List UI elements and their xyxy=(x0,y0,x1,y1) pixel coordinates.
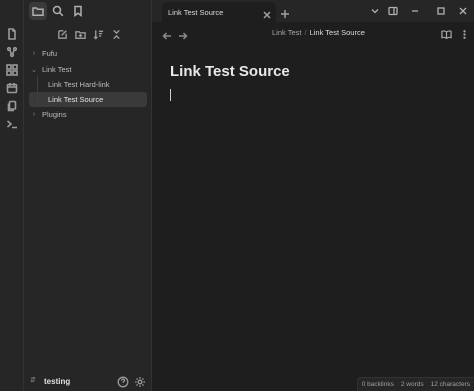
note-title[interactable]: Link Test Source xyxy=(170,63,290,80)
vault-profile-bar: ⇵ testing xyxy=(24,371,152,391)
more-options-icon[interactable] xyxy=(459,27,471,39)
tab-bar: Link Test Source xyxy=(152,0,474,22)
tree-item-label: Link Test Hard-link xyxy=(48,80,110,89)
backlinks-count[interactable]: 0 backlinks xyxy=(362,381,394,388)
tab-list-chevron-down-icon[interactable] xyxy=(369,5,381,17)
search-icon[interactable] xyxy=(49,2,67,20)
maximize-icon[interactable] xyxy=(435,5,447,17)
minimize-icon[interactable] xyxy=(409,5,421,17)
tree-folder-fufu[interactable]: › Fufu xyxy=(29,46,147,61)
tree-item-label: Fufu xyxy=(42,49,58,58)
chevron-down-icon: ⌄ xyxy=(31,66,37,74)
reading-view-book-icon[interactable] xyxy=(441,27,453,40)
tree-item-label: Plugins xyxy=(42,110,67,119)
chevron-right-icon: › xyxy=(32,50,36,57)
new-note-icon[interactable] xyxy=(54,26,70,42)
file-icon[interactable] xyxy=(4,26,20,42)
breadcrumb-separator: / xyxy=(304,28,307,37)
character-count: 12 characters xyxy=(430,381,470,388)
vault-name[interactable]: testing xyxy=(44,377,70,386)
bookmark-icon[interactable] xyxy=(69,2,87,20)
editor-pane: Link Test / Link Test Source Link Test Sou… xyxy=(152,22,474,391)
sort-icon[interactable] xyxy=(90,26,106,42)
tree-item-label: Link Test Source xyxy=(48,95,104,104)
file-explorer-sidebar: › Fufu ⌄ Link Test Link Test Hard-link L… xyxy=(24,0,152,391)
breadcrumb-parent[interactable]: Link Test xyxy=(272,28,301,37)
word-count: 2 words xyxy=(400,381,424,388)
tree-file-link-test-source[interactable]: Link Test Source xyxy=(29,92,147,107)
forward-arrow-icon[interactable] xyxy=(178,28,188,40)
close-window-icon[interactable] xyxy=(457,5,469,17)
sidebar-tab-header xyxy=(24,0,152,22)
new-tab-plus-icon[interactable] xyxy=(280,6,290,18)
settings-gear-icon[interactable] xyxy=(134,375,146,387)
obsidian-app: › Fufu ⌄ Link Test Link Test Hard-link L… xyxy=(0,0,474,391)
collapse-all-icon[interactable] xyxy=(108,26,124,42)
calendar-icon[interactable] xyxy=(4,80,20,96)
tree-folder-link-test[interactable]: ⌄ Link Test xyxy=(29,62,147,77)
new-folder-icon[interactable] xyxy=(72,26,88,42)
breadcrumb: Link Test / Link Test Source xyxy=(272,28,365,37)
tree-file-link-test-hard-link[interactable]: Link Test Hard-link xyxy=(29,77,147,92)
back-arrow-icon[interactable] xyxy=(162,28,172,40)
close-icon[interactable] xyxy=(262,7,272,19)
breadcrumb-current[interactable]: Link Test Source xyxy=(310,28,365,37)
text-cursor[interactable] xyxy=(170,89,171,101)
tree-folder-plugins[interactable]: › Plugins xyxy=(29,107,147,122)
vault-switcher-icon[interactable]: ⇵ xyxy=(30,376,36,384)
tree-item-label: Link Test xyxy=(42,65,72,74)
sidebar-toggle-icon[interactable] xyxy=(387,5,399,17)
tab-link-test-source[interactable]: Link Test Source xyxy=(162,2,276,22)
folder-icon[interactable] xyxy=(29,2,47,20)
help-icon[interactable] xyxy=(117,375,129,388)
copy-icon[interactable] xyxy=(4,98,20,114)
file-explorer-actions xyxy=(24,26,152,44)
tree-indent-guide xyxy=(37,76,38,106)
status-bar: 0 backlinks 2 words 12 characters xyxy=(356,377,474,391)
chevron-right-icon: › xyxy=(32,111,36,118)
left-ribbon xyxy=(0,0,24,391)
terminal-icon[interactable] xyxy=(4,116,20,132)
tab-title: Link Test Source xyxy=(168,8,224,17)
graph-icon[interactable] xyxy=(4,44,20,60)
blocks-icon[interactable] xyxy=(4,62,20,78)
